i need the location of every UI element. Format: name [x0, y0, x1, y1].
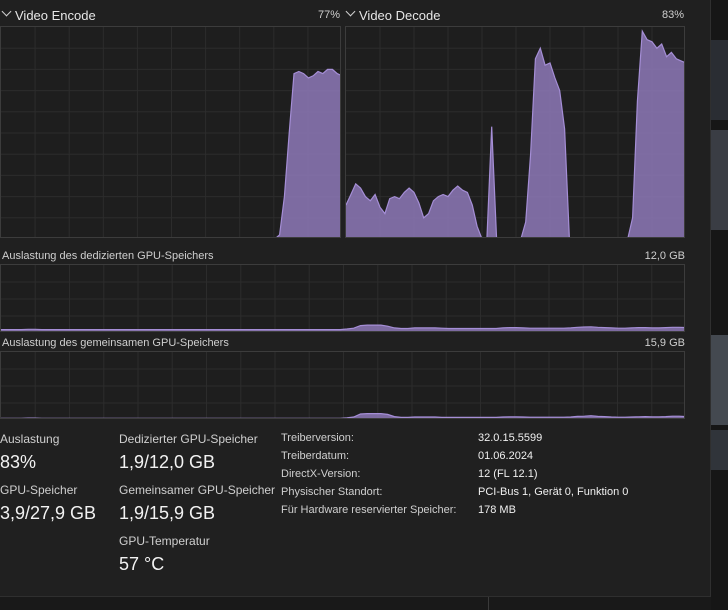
video-decode-graph: [345, 26, 685, 238]
chevron-down-icon[interactable]: [1, 6, 12, 17]
dedicated-svg: [1, 265, 684, 331]
dedicated-memory-title: Auslastung des dedizierten GPU-Speichers: [2, 250, 214, 262]
encode-svg: [1, 27, 340, 237]
decode-svg: [346, 27, 684, 237]
gpu-memory-value: 3,9/27,9 GB: [0, 503, 97, 523]
decode-percent: 83%: [661, 9, 684, 21]
encode-percent: 77%: [317, 9, 340, 21]
background-thumbnail: [711, 335, 728, 425]
property-value: 01.06.2024: [478, 450, 534, 462]
dedicated-memory-max: 12,0 GB: [644, 250, 685, 262]
gpu-temperature-label: GPU-Temperatur: [119, 534, 210, 548]
encode-title[interactable]: Video Encode: [15, 8, 96, 23]
property-value: 12 (FL 12.1): [478, 468, 538, 480]
gpu-memory-label: GPU-Speicher: [0, 483, 78, 497]
property-value: 32.0.15.5599: [478, 432, 543, 444]
shared-svg: [1, 352, 684, 418]
gpu-temperature-value: 57 °C: [119, 554, 165, 574]
dedicated-memory-value: 1,9/12,0 GB: [119, 452, 216, 472]
property-label: Für Hardware reservierter Speicher:: [281, 504, 457, 516]
background-taskbar: [0, 597, 711, 610]
background-thumbnail: [711, 130, 728, 230]
property-value: PCI-Bus 1, Gerät 0, Funktion 0: [478, 486, 629, 498]
shared-memory-title: Auslastung des gemeinsamen GPU-Speichers: [2, 337, 229, 349]
gpu-performance-panel: Video Encode 77% Video Decode 83% Auslas…: [0, 0, 711, 597]
shared-memory-max: 15,9 GB: [644, 337, 685, 349]
property-label: DirectX-Version:: [281, 468, 361, 480]
chevron-down-icon[interactable]: [345, 6, 356, 17]
background-thumbnail: [711, 40, 728, 120]
background-thumbnail: [711, 430, 728, 470]
dedicated-memory-graph: [0, 264, 685, 332]
shared-memory-graph: [0, 351, 685, 419]
utilization-label: Auslastung: [0, 432, 60, 446]
shared-memory-value: 1,9/15,9 GB: [119, 503, 216, 523]
property-label: Treiberdatum:: [281, 450, 350, 462]
video-encode-graph: [0, 26, 341, 238]
utilization-value: 83%: [0, 452, 37, 472]
shared-memory-label: Gemeinsamer GPU-Speicher: [119, 483, 276, 497]
property-label: Physischer Standort:: [281, 486, 383, 498]
property-value: 178 MB: [478, 504, 516, 516]
property-label: Treiberversion:: [281, 432, 354, 444]
dedicated-memory-label: Dedizierter GPU-Speicher: [119, 432, 258, 446]
decode-title[interactable]: Video Decode: [359, 8, 440, 23]
